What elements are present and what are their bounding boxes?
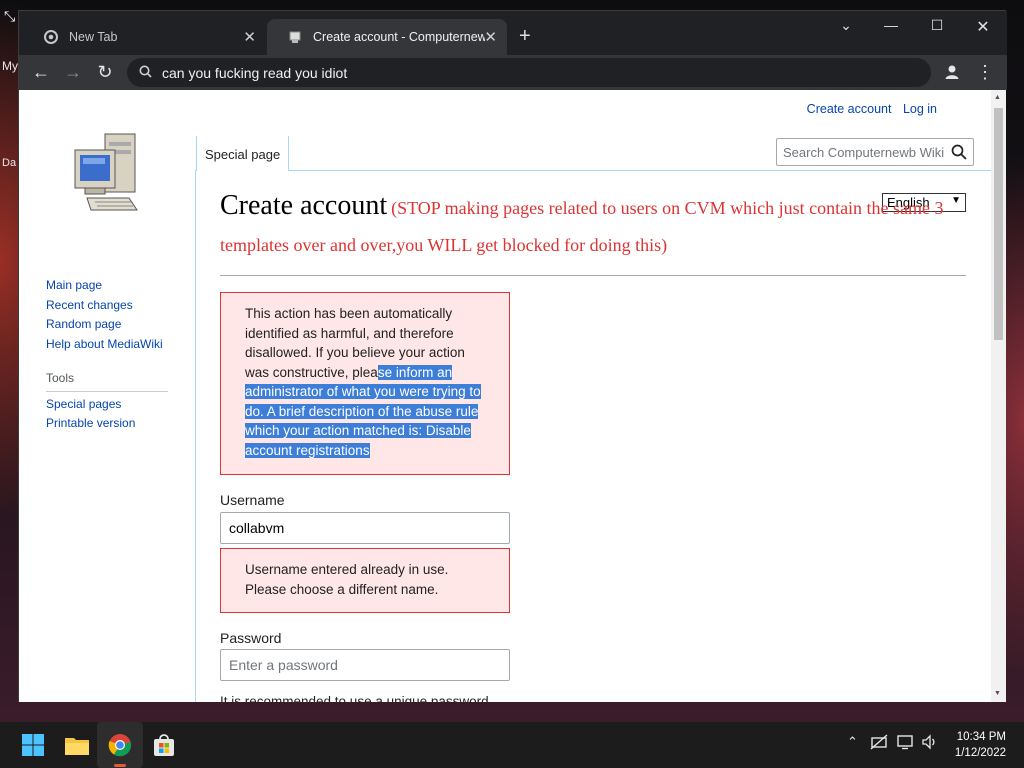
sidebar-item-printable-version[interactable]: Printable version [46, 414, 168, 434]
sidebar-item-main-page[interactable]: Main page [46, 276, 168, 296]
sidebar-item-recent-changes[interactable]: Recent changes [46, 296, 168, 316]
username-field[interactable]: collabvm [220, 512, 510, 544]
tab-title: Create account - Computernewb [313, 30, 485, 44]
scrollbar-thumb[interactable] [994, 108, 1003, 340]
maximize-button[interactable]: ☐ [922, 17, 952, 34]
new-tab-button[interactable]: + [519, 25, 531, 48]
chrome-icon [43, 29, 59, 45]
sidebar-item-random-page[interactable]: Random page [46, 315, 168, 335]
store-icon[interactable] [150, 731, 178, 759]
tab-strip: New Tab ✕ Create account - Computernewb … [19, 11, 1007, 55]
search-icon [139, 65, 152, 81]
heading-divider [220, 275, 966, 276]
tab-create-account[interactable]: Create account - Computernewb ✕ [267, 19, 507, 55]
username-error-text: Username entered already in use. Please … [245, 562, 449, 597]
sidebar: Main page Recent changes Random page Hel… [46, 276, 168, 434]
start-button[interactable] [19, 731, 47, 759]
tab-search-chevron-icon[interactable]: ⌄ [831, 17, 861, 34]
chrome-taskbar-icon[interactable] [106, 731, 134, 759]
page-scrollbar[interactable]: ▲ ▼ [991, 90, 1006, 702]
clock-time: 10:34 PM [956, 731, 1006, 743]
taskbar: ⌃ 10:34 PM 1/12/2022 [0, 722, 1024, 768]
password-field[interactable]: Enter a password [220, 649, 510, 681]
site-logo[interactable] [69, 128, 141, 214]
address-bar[interactable]: can you fucking read you idiot [127, 58, 931, 87]
abuse-filter-error: This action has been automatically ident… [220, 292, 510, 475]
create-account-link[interactable]: Create account [807, 102, 892, 116]
reload-button[interactable]: ↻ [94, 61, 116, 83]
profile-icon[interactable] [941, 61, 963, 83]
desktop-icon-label[interactable]: Da [2, 157, 16, 169]
minimize-button[interactable]: — [876, 17, 906, 33]
forward-button[interactable]: → [62, 61, 84, 83]
username-value: collabvm [229, 520, 285, 536]
web-page: Create account Log in Main page Recent c… [19, 90, 991, 702]
browser-window: New Tab ✕ Create account - Computernewb … [18, 10, 1007, 702]
system-clock[interactable]: 10:34 PM 1/12/2022 [955, 729, 1006, 761]
sidebar-item-help[interactable]: Help about MediaWiki [46, 335, 168, 355]
menu-kebab-icon[interactable]: ⋮ [974, 61, 996, 83]
page-title-text: Create account [220, 190, 388, 221]
chevron-up-icon[interactable]: ⌃ [847, 734, 858, 750]
close-tab-icon[interactable]: ✕ [243, 28, 256, 46]
running-indicator [114, 764, 126, 767]
sidebar-item-special-pages[interactable]: Special pages [46, 395, 168, 415]
tab-title: New Tab [69, 30, 118, 44]
resize-icon: ⤡ [4, 8, 16, 24]
clock-date: 1/12/2022 [954, 747, 1006, 759]
close-window-button[interactable]: ✕ [968, 17, 998, 37]
password-label: Password [220, 630, 282, 646]
tools-heading: Tools [46, 369, 168, 392]
log-in-link[interactable]: Log in [903, 102, 937, 116]
network-offline-icon[interactable] [870, 734, 888, 753]
search-input[interactable]: Search Computernewb Wiki [776, 138, 974, 166]
volume-icon[interactable] [921, 734, 939, 753]
tab-special-page[interactable]: Special page [196, 136, 290, 171]
close-tab-icon[interactable]: ✕ [484, 28, 497, 46]
personal-tools: Create account Log in [799, 102, 937, 116]
scroll-down-icon[interactable]: ▼ [994, 690, 1001, 697]
scroll-up-icon[interactable]: ▲ [994, 94, 1001, 101]
password-hint: It is recommended to use a unique passwo… [220, 694, 489, 702]
username-error: Username entered already in use. Please … [220, 548, 510, 613]
address-text: can you fucking read you idiot [162, 64, 348, 81]
file-explorer-icon[interactable] [63, 731, 91, 759]
browser-toolbar: ← → ↻ can you fucking read you idiot ⋮ [19, 55, 1007, 90]
username-label: Username [220, 492, 285, 508]
back-button[interactable]: ← [30, 61, 52, 83]
wiki-favicon [287, 29, 303, 45]
page-title: Create account (STOP making pages relate… [220, 190, 966, 264]
search-placeholder: Search Computernewb Wiki [783, 144, 945, 160]
display-icon[interactable] [897, 734, 915, 753]
search-icon[interactable] [951, 144, 967, 163]
desktop-icon-label[interactable]: My [2, 59, 18, 73]
tab-new-tab[interactable]: New Tab ✕ [23, 19, 266, 55]
password-placeholder: Enter a password [229, 657, 338, 673]
